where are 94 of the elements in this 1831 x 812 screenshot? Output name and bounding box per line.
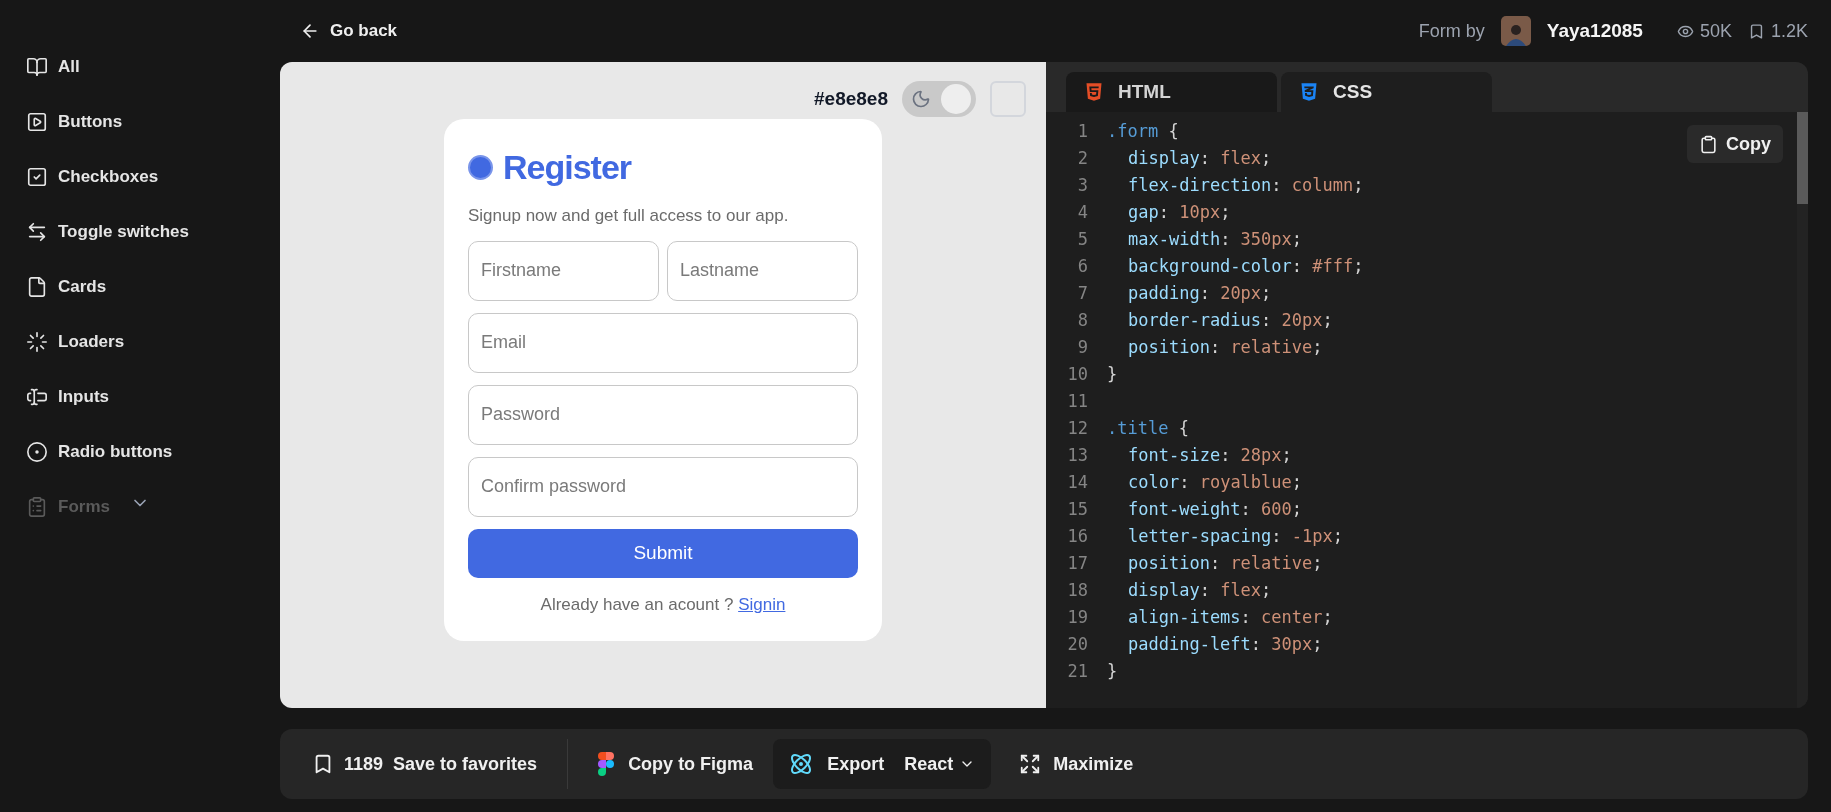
line-number: 16 [1066,525,1088,548]
code-line: font-weight: 600; [1128,499,1303,519]
line-number: 1 [1076,120,1088,143]
submit-button[interactable]: Submit [468,528,858,578]
sidebar-item[interactable]: Toggle switches [26,204,280,259]
figma-button[interactable]: Copy to Figma [578,739,774,789]
background-color-label: #e8e8e8 [814,86,888,111]
line-number: 9 [1076,336,1088,359]
favorites-count: 1189 [344,752,384,776]
maximize-button[interactable]: Maximize [991,739,1162,789]
code-line: position: relative; [1128,337,1323,357]
line-number: 3 [1076,174,1088,197]
export-button[interactable]: Export React [773,739,992,789]
sidebar-item[interactable]: Buttons [26,94,280,149]
clipboard-icon [1699,134,1718,154]
code-line: gap: 10px; [1128,202,1231,222]
expand-icon [1019,753,1042,775]
line-number: 4 [1076,201,1088,224]
css3-icon [1299,82,1319,102]
favorites-button[interactable]: 1189 Save to favorites [292,739,558,789]
sidebar-item[interactable]: Radio buttons [26,424,280,479]
category-icon [26,440,48,463]
code-line: border-radius: 20px; [1128,310,1333,330]
line-number: 7 [1076,282,1088,305]
category-icon [26,495,48,518]
line-number: 13 [1066,444,1088,467]
code-line: padding-left: 30px; [1128,634,1323,654]
framework-label: React [904,752,954,776]
code-line: display: flex; [1128,148,1272,168]
theme-toggle[interactable] [902,81,976,117]
code-line: } [1107,364,1118,384]
category-icon [26,110,48,133]
text-field[interactable]: Email [468,312,858,373]
form-message: Signup now and get full access to our app. [468,205,790,227]
line-number: 6 [1076,255,1088,278]
copy-button[interactable]: Copy [1687,125,1783,163]
category-icon [26,55,48,78]
code-line: flex-direction: column; [1128,175,1364,195]
export-label: Export [827,752,885,776]
code-line: color: royalblue; [1128,472,1303,492]
save-count: 1.2K [1770,19,1808,43]
sidebar-item[interactable]: All [26,39,280,94]
line-number: 11 [1066,390,1088,413]
text-field[interactable]: Lastname [667,240,858,301]
code-line: align-items: center; [1128,607,1333,627]
line-number: 2 [1076,147,1088,170]
line-number: 10 [1066,363,1088,386]
line-number: 5 [1076,228,1088,251]
back-link[interactable]: Go back [300,18,398,44]
text-field[interactable]: Password [468,384,858,445]
text-field[interactable]: Confirm password [468,456,858,517]
html5-icon [1084,82,1104,102]
signin-prompt: Already have an acount ? Signin [539,593,787,616]
code-line: letter-spacing: -1px; [1128,526,1343,546]
code-line: font-size: 28px; [1128,445,1292,465]
code-line: display: flex; [1128,580,1272,600]
category-icon [26,165,48,188]
moon-icon [911,89,931,109]
form-title: Register [503,147,632,187]
code-line: } [1107,661,1118,681]
code-line: background-color: #fff; [1128,256,1364,276]
toggle-thumb [941,84,971,114]
sidebar-item[interactable]: Checkboxes [26,149,280,204]
author-name[interactable]: Yaya12085 [1546,16,1643,46]
favorites-label: Save to favorites [393,752,538,776]
line-number: 19 [1066,606,1088,629]
category-icon [26,275,48,298]
line-number: 17 [1066,552,1088,575]
line-number: 14 [1066,471,1088,494]
code-tab[interactable]: CSS [1281,72,1492,112]
category-icon [26,220,48,243]
line-number: 15 [1066,498,1088,521]
line-number: 8 [1076,309,1088,332]
category-icon [26,330,48,353]
line-number: 20 [1066,633,1088,656]
sidebar-item[interactable]: Cards [26,259,280,314]
code-line: .form { [1107,121,1179,141]
line-number: 12 [1066,417,1088,440]
code-line: .title { [1107,418,1189,438]
atom-icon [789,752,814,776]
code-line: position: relative; [1128,553,1323,573]
sidebar-item[interactable]: Inputs [26,369,280,424]
author-prefix: Form by [1418,19,1485,43]
figma-icon [598,752,615,776]
signin-link[interactable]: Signin [738,594,786,614]
sidebar-item[interactable]: Loaders [26,314,280,369]
code-line: padding: 20px; [1128,283,1272,303]
text-field[interactable]: Firstname [468,240,659,301]
code-tab[interactable]: HTML [1066,72,1277,112]
line-number: 18 [1066,579,1088,602]
view-count: 50K [1699,19,1732,43]
avatar [1500,16,1531,46]
code-line: max-width: 350px; [1128,229,1303,249]
line-number: 21 [1066,660,1088,683]
